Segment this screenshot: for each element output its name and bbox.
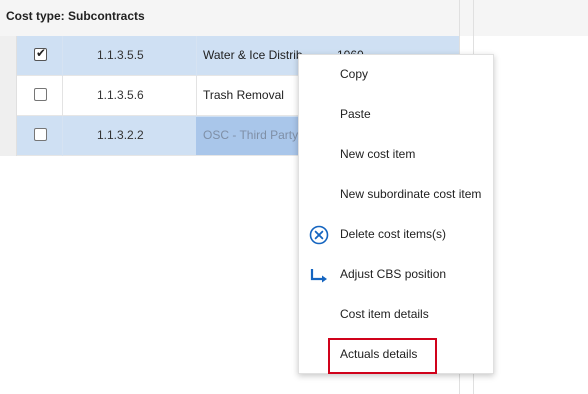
menu-item-new-cost-item[interactable]: New cost item: [299, 135, 495, 175]
menu-item-label: Paste: [340, 107, 371, 121]
menu-item-copy[interactable]: Copy: [299, 55, 495, 95]
cost-item-description[interactable]: Trash Removal: [203, 88, 284, 102]
menu-item-label: Adjust CBS position: [340, 267, 447, 281]
menu-item-paste[interactable]: Paste: [299, 95, 495, 135]
cell-divider: [62, 76, 63, 116]
cbs-code: 1.1.3.5.6: [97, 88, 144, 102]
menu-item-adjust-cbs-position[interactable]: Adjust CBS position: [299, 255, 495, 295]
group-header-label: Cost type: Subcontracts: [6, 9, 145, 23]
menu-item-cost-item-details[interactable]: Cost item details: [299, 295, 495, 335]
menu-item-label: Cost item details: [340, 307, 429, 321]
cell-divider: [62, 116, 63, 156]
menu-item-label: Delete cost items(s): [340, 227, 447, 241]
menu-item-label: Actuals details: [340, 347, 418, 361]
row-checkbox[interactable]: ✔: [34, 46, 47, 61]
row-gutter: [0, 36, 17, 76]
row-gutter: [0, 76, 17, 116]
context-menu: Copy Paste New cost item New subordinate…: [298, 54, 494, 374]
cbs-code: 1.1.3.5.5: [97, 48, 144, 62]
cbs-code: 1.1.3.2.2: [97, 128, 144, 142]
row-checkbox[interactable]: [34, 128, 47, 141]
row-checkbox[interactable]: [34, 88, 47, 101]
cell-divider: [196, 76, 197, 116]
cost-item-description[interactable]: OSC - Third Party: [203, 128, 298, 142]
menu-item-new-subordinate-cost-item[interactable]: New subordinate cost item: [299, 175, 495, 215]
menu-item-actuals-details[interactable]: Actuals details: [299, 335, 495, 375]
menu-item-delete-cost-items[interactable]: Delete cost items(s): [299, 215, 495, 255]
cell-divider: [196, 36, 197, 76]
cell-divider: [62, 36, 63, 76]
adjust-arrow-icon: [309, 265, 329, 285]
checkmark-icon: ✔: [36, 46, 47, 60]
menu-item-label: New subordinate cost item: [340, 187, 482, 201]
menu-item-label: Copy: [340, 67, 369, 81]
menu-item-label: New cost item: [340, 147, 416, 161]
row-gutter: [0, 116, 17, 156]
group-header: Cost type: Subcontracts: [0, 0, 588, 36]
delete-circle-icon: [309, 225, 329, 245]
cost-item-description[interactable]: Water & Ice Distrib: [203, 48, 303, 62]
